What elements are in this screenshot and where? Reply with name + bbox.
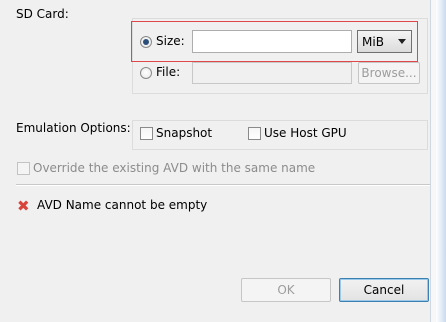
ok-button[interactable]: OK bbox=[241, 278, 331, 302]
sd-card-label: SD Card: bbox=[16, 7, 69, 21]
size-label: Size: bbox=[156, 34, 185, 48]
size-unit-select[interactable]: MiB bbox=[357, 30, 412, 53]
emulation-options-label: Emulation Options: bbox=[16, 121, 131, 135]
host-gpu-label: Use Host GPU bbox=[264, 126, 347, 140]
file-input[interactable] bbox=[192, 62, 352, 84]
chevron-down-icon bbox=[398, 39, 406, 44]
browse-button[interactable]: Browse... bbox=[358, 62, 420, 84]
size-input[interactable] bbox=[192, 30, 352, 53]
snapshot-checkbox[interactable] bbox=[140, 127, 153, 140]
avd-dialog-content: SD Card: Size: MiB File: Browse... Emula… bbox=[0, 0, 446, 322]
file-radio[interactable] bbox=[140, 67, 152, 79]
override-label: Override the existing AVD with the same … bbox=[33, 161, 316, 175]
size-radio[interactable] bbox=[140, 36, 152, 48]
snapshot-label: Snapshot bbox=[156, 126, 213, 140]
separator bbox=[16, 184, 430, 186]
size-unit-value: MiB bbox=[362, 34, 384, 49]
file-radio-circle bbox=[140, 67, 152, 79]
size-radio-circle bbox=[140, 36, 152, 48]
override-checkbox[interactable] bbox=[17, 162, 30, 175]
host-gpu-checkbox[interactable] bbox=[248, 127, 261, 140]
error-message: AVD Name cannot be empty bbox=[37, 198, 208, 212]
cancel-button[interactable]: Cancel bbox=[339, 278, 429, 302]
file-label: File: bbox=[156, 65, 181, 79]
error-x-icon: ✖ bbox=[17, 197, 30, 215]
window-edge-gradient bbox=[436, 0, 446, 322]
